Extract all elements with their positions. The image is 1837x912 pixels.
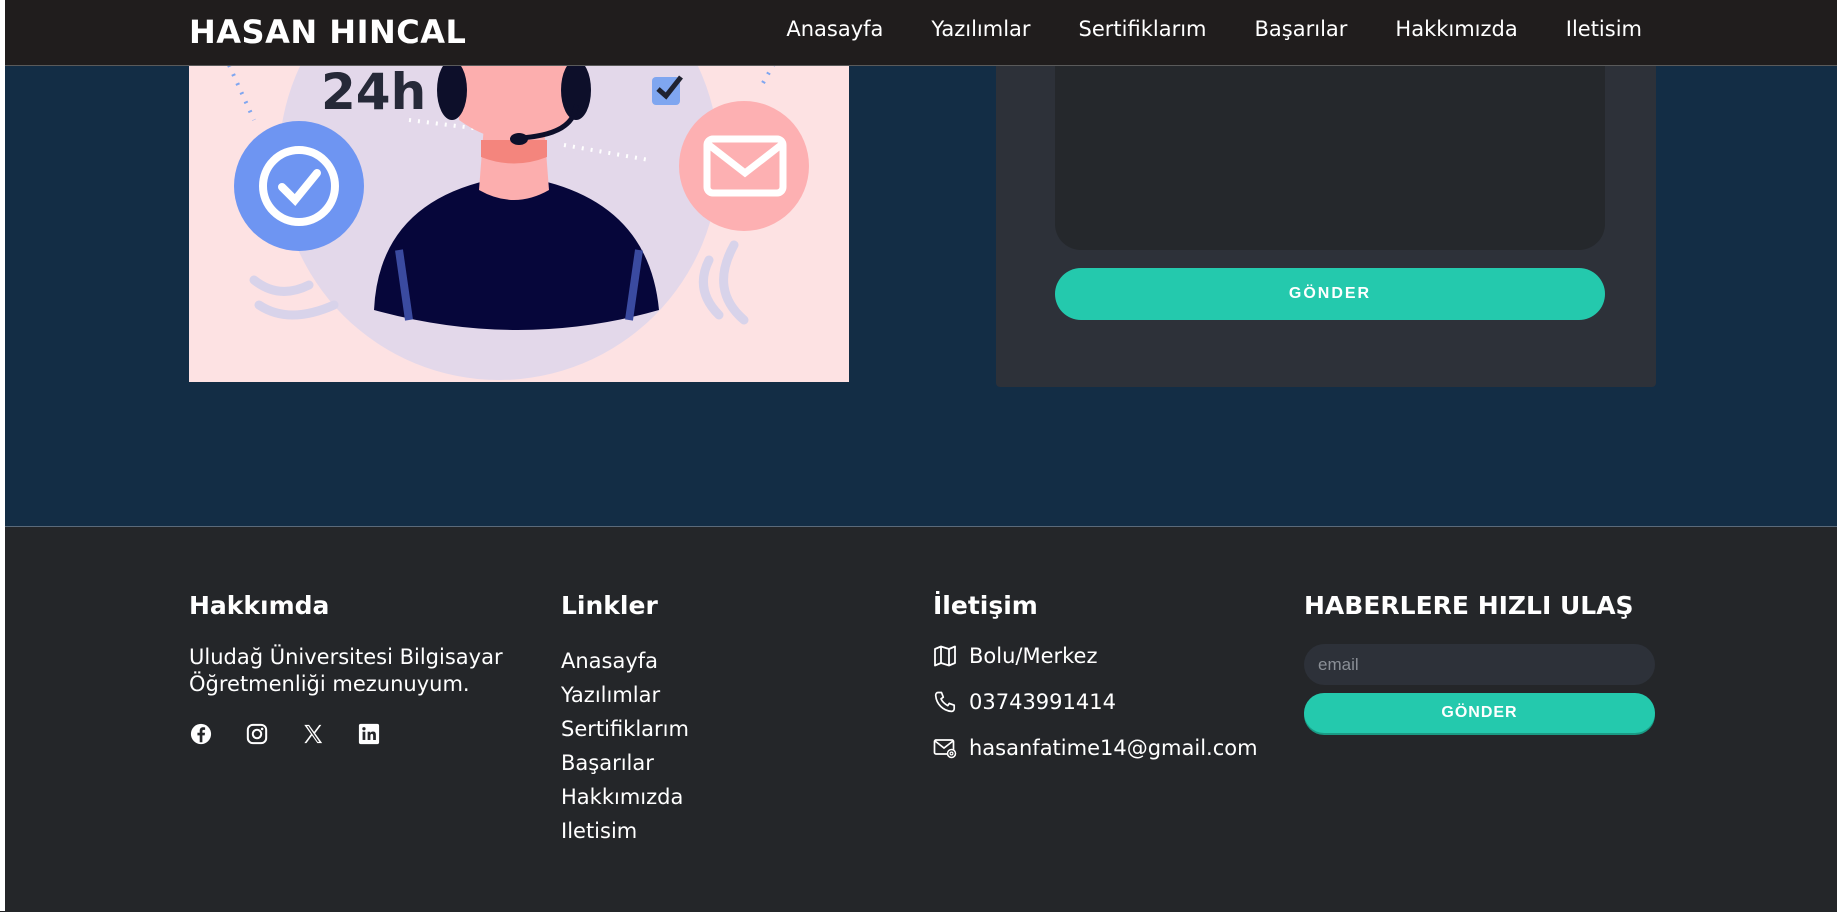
social-links xyxy=(189,722,529,746)
footer-about: Hakkımda Uludağ Üniversitesi Bilgisayar … xyxy=(189,591,529,746)
top-navbar: HASAN HINCAL Anasayfa Yazılımlar Sertifi… xyxy=(5,0,1837,66)
contact-section: 24h GÖNDER xyxy=(5,65,1837,526)
brand-logo[interactable]: HASAN HINCAL xyxy=(189,13,466,51)
contact-email: hasanfatime14@gmail.com xyxy=(933,736,1293,760)
support-illustration: 24h xyxy=(189,65,849,382)
mail-icon xyxy=(933,739,957,759)
contact-location-text: Bolu/Merkez xyxy=(969,644,1098,668)
map-icon xyxy=(934,645,956,667)
footer-newsletter-title: HABERLERE HIZLI ULAŞ xyxy=(1304,591,1634,620)
footer-about-title: Hakkımda xyxy=(189,591,330,620)
x-icon[interactable] xyxy=(301,722,325,746)
nav-link-hakkimizda[interactable]: Hakkımızda xyxy=(1395,17,1517,41)
nav-link-basarilar[interactable]: Başarılar xyxy=(1255,17,1348,41)
instagram-icon[interactable] xyxy=(245,722,269,746)
phone-icon xyxy=(934,691,956,713)
newsletter-submit-button[interactable]: GÖNDER xyxy=(1304,693,1655,733)
footer-link-basarilar[interactable]: Başarılar xyxy=(561,746,861,780)
footer-contact-title: İletişim xyxy=(933,591,1038,620)
linkedin-icon[interactable] xyxy=(357,722,381,746)
contact-email-text[interactable]: hasanfatime14@gmail.com xyxy=(969,736,1258,760)
footer-about-text: Uludağ Üniversitesi Bilgisayar Öğretmenl… xyxy=(189,645,503,696)
hero-badge-text: 24h xyxy=(321,65,426,121)
facebook-icon[interactable] xyxy=(189,722,213,746)
footer-link-yazilimlar[interactable]: Yazılımlar xyxy=(561,678,861,712)
contact-location: Bolu/Merkez xyxy=(933,644,1293,668)
newsletter-email-input[interactable] xyxy=(1304,644,1655,685)
footer-newsletter: HABERLERE HIZLI ULAŞ GÖNDER xyxy=(1304,591,1656,733)
footer-link-sertifikalarim[interactable]: Sertifiklarım xyxy=(561,712,861,746)
message-textarea[interactable] xyxy=(1055,65,1605,250)
support-agent-illustration: 24h xyxy=(227,65,809,380)
footer-link-iletisim[interactable]: Iletisim xyxy=(561,814,861,848)
footer-contact: İletişim Bolu/Merkez 03743991414 hasanfa… xyxy=(933,591,1293,782)
footer-link-list: Anasayfa Yazılımlar Sertifiklarım Başarı… xyxy=(561,644,861,848)
contact-phone-text[interactable]: 03743991414 xyxy=(969,690,1116,714)
footer-links-title: Linkler xyxy=(561,591,658,620)
footer-links: Linkler Anasayfa Yazılımlar Sertifikları… xyxy=(561,591,861,848)
window-edge xyxy=(0,0,5,911)
nav-links: Anasayfa Yazılımlar Sertifiklarım Başarı… xyxy=(786,17,1642,41)
nav-link-anasayfa[interactable]: Anasayfa xyxy=(786,17,883,41)
contact-send-button[interactable]: GÖNDER xyxy=(1055,268,1605,320)
contact-form-card: GÖNDER xyxy=(996,65,1656,387)
nav-link-iletisim[interactable]: Iletisim xyxy=(1566,17,1642,41)
footer-link-anasayfa[interactable]: Anasayfa xyxy=(561,644,861,678)
footer-link-hakkimizda[interactable]: Hakkımızda xyxy=(561,780,861,814)
contact-phone: 03743991414 xyxy=(933,690,1293,714)
nav-link-sertifikalarim[interactable]: Sertifiklarım xyxy=(1079,17,1207,41)
footer: Hakkımda Uludağ Üniversitesi Bilgisayar … xyxy=(5,526,1837,912)
nav-link-yazilimlar[interactable]: Yazılımlar xyxy=(931,17,1030,41)
